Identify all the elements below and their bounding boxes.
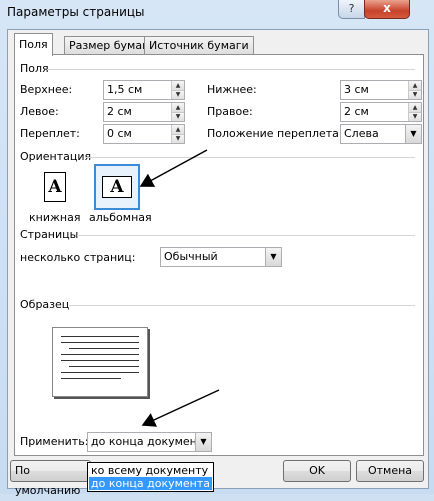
top-margin-label: Верхнее:: [20, 83, 73, 96]
tab-panel: Поля Верхнее: 1,5 см ▲ ▼ Нижнее: 3 см ▲ …: [14, 54, 424, 492]
preview-line: [61, 342, 139, 343]
help-button[interactable]: ?: [338, 0, 365, 19]
gutter-label: Переплет:: [20, 127, 80, 140]
divider: [69, 305, 415, 306]
preview-line: [61, 336, 139, 337]
divider: [77, 235, 415, 236]
landscape-page-icon: A: [102, 176, 132, 198]
gutter-spinner[interactable]: 0 см ▲ ▼: [103, 124, 185, 144]
top-margin-spinner[interactable]: 1,5 см ▲ ▼: [103, 80, 185, 100]
left-margin-spinner[interactable]: 2 см ▲ ▼: [103, 102, 185, 122]
landscape-button[interactable]: A: [94, 164, 140, 210]
page-preview: [52, 327, 148, 397]
orientation-group-title: Ориентация: [20, 150, 92, 163]
portrait-label: книжная: [29, 211, 81, 224]
arrow-to-apply: [141, 389, 220, 427]
gutter-value: 0 см: [107, 127, 132, 140]
divider: [85, 157, 415, 158]
apply-option-whole-document[interactable]: ко всему документу: [89, 464, 212, 477]
preview-line: [61, 378, 121, 379]
preview-line: [61, 360, 139, 361]
preview-line: [61, 372, 139, 373]
bottom-margin-spinner[interactable]: 3 см ▲ ▼: [340, 80, 422, 100]
preview-line: [61, 354, 139, 355]
multiple-pages-value: Обычный: [164, 250, 218, 263]
spin-down-icon[interactable]: ▼: [408, 91, 421, 99]
spin-down-icon[interactable]: ▼: [408, 113, 421, 121]
apply-to-dropdown-list: ко всему документу до конца документа: [87, 462, 214, 492]
margins-group-title: Поля: [20, 62, 49, 75]
right-margin-label: Правое:: [207, 105, 253, 118]
right-margin-spinner[interactable]: 2 см ▲ ▼: [340, 102, 422, 122]
default-button[interactable]: По умолчанию: [10, 460, 91, 497]
chevron-down-icon[interactable]: ▼: [265, 248, 281, 266]
spin-down-icon[interactable]: ▼: [171, 113, 184, 121]
spin-up-icon[interactable]: ▲: [408, 103, 421, 113]
preview-line: [69, 366, 139, 367]
right-margin-value: 2 см: [344, 105, 369, 118]
landscape-label: альбомная: [89, 211, 152, 224]
spin-up-icon[interactable]: ▲: [171, 125, 184, 135]
apply-to-value: до конца документа: [91, 435, 211, 448]
title-bar: Параметры страницы ? x: [0, 0, 434, 26]
tab-margins[interactable]: Поля: [14, 33, 53, 56]
pages-group-title: Страницы: [20, 228, 79, 241]
bottom-margin-label: Нижнее:: [207, 83, 257, 96]
spin-up-icon[interactable]: ▲: [171, 103, 184, 113]
arrow-to-landscape: [139, 149, 208, 187]
page-setup-dialog: Параметры страницы ? x Поля Размер бумаг…: [0, 0, 434, 497]
multiple-pages-select[interactable]: Обычный ▼: [160, 247, 282, 267]
sample-group-title: Образец: [20, 298, 70, 311]
gutter-position-select[interactable]: Слева ▼: [340, 124, 422, 144]
apply-to-label: Применить:: [20, 435, 89, 448]
gutter-position-value: Слева: [344, 127, 379, 140]
tab-paper-source[interactable]: Источник бумаги: [144, 36, 254, 55]
chevron-down-icon[interactable]: ▼: [195, 433, 211, 451]
gutter-position-label: Положение переплета:: [207, 127, 343, 140]
left-margin-value: 2 см: [107, 105, 132, 118]
spin-down-icon[interactable]: ▼: [171, 91, 184, 99]
preview-line: [69, 348, 139, 349]
spin-up-icon[interactable]: ▲: [171, 81, 184, 91]
spin-down-icon[interactable]: ▼: [171, 135, 184, 143]
dialog-title: Параметры страницы: [7, 5, 145, 19]
multiple-pages-label: несколько страниц:: [20, 251, 136, 264]
left-margin-label: Левое:: [20, 105, 59, 118]
portrait-button[interactable]: A: [33, 166, 75, 208]
divider: [47, 69, 415, 70]
cancel-button[interactable]: Отмена: [356, 460, 424, 482]
bottom-margin-value: 3 см: [344, 83, 369, 96]
apply-to-select[interactable]: до конца документа ▼: [87, 432, 212, 452]
top-margin-value: 1,5 см: [107, 83, 143, 96]
portrait-page-icon: A: [44, 172, 66, 202]
apply-option-to-end[interactable]: до конца документа: [89, 477, 212, 490]
close-button[interactable]: x: [364, 0, 410, 19]
chevron-down-icon[interactable]: ▼: [405, 125, 421, 143]
spin-up-icon[interactable]: ▲: [408, 81, 421, 91]
ok-button[interactable]: OK: [283, 460, 351, 482]
dialog-body: Поля Размер бумаги Источник бумаги Поля …: [7, 29, 429, 497]
